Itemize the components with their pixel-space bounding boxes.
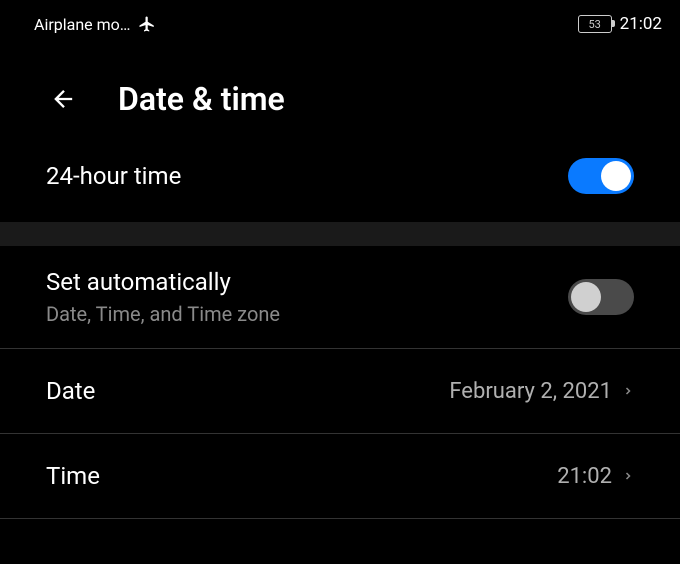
page-title: Date & time [118,80,285,118]
section-divider [0,222,680,246]
battery-percent: 53 [588,18,600,31]
setting-label-set-automatically: Set automatically [46,268,280,296]
setting-label-24-hour: 24-hour time [46,162,181,190]
setting-value-date: February 2, 2021 [449,379,612,404]
battery-icon: 53 [578,15,612,33]
airplane-mode-label: Airplane mo… [34,15,130,34]
setting-value-time: 21:02 [557,464,612,489]
setting-24-hour-time: 24-hour time [0,148,680,222]
setting-sublabel-set-automatically: Date, Time, and Time zone [46,302,280,326]
back-icon[interactable] [50,85,78,113]
header: Date & time [0,48,680,148]
status-right: 53 21:02 [578,14,662,34]
setting-label-time: Time [46,462,100,490]
status-time: 21:02 [620,14,662,34]
toggle-24-hour-time[interactable] [568,158,634,194]
setting-date-row[interactable]: Date February 2, 2021 [0,349,680,434]
status-left: Airplane mo… [34,15,156,34]
toggle-set-automatically[interactable] [568,279,634,315]
status-bar: Airplane mo… 53 21:02 [0,0,680,48]
airplane-icon [138,15,156,33]
chevron-right-icon [622,466,634,486]
chevron-right-icon [622,381,634,401]
setting-set-automatically: Set automatically Date, Time, and Time z… [0,246,680,349]
setting-time-row[interactable]: Time 21:02 [0,434,680,519]
setting-label-date: Date [46,377,95,405]
